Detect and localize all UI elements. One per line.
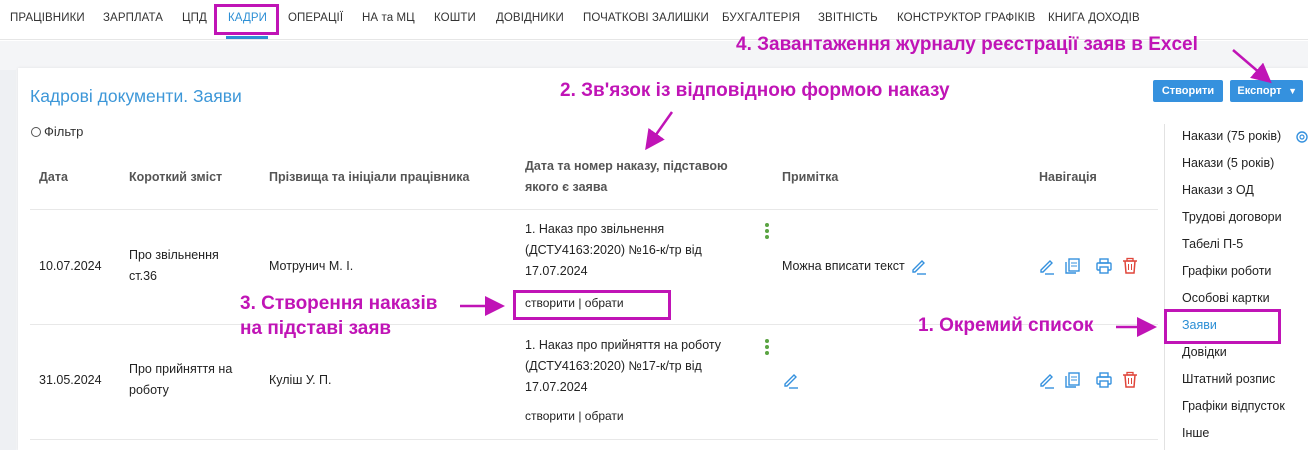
arrow-to-order-header bbox=[645, 111, 674, 151]
annotation-arrows bbox=[460, 49, 1272, 337]
arrow-to-export bbox=[1232, 49, 1272, 84]
